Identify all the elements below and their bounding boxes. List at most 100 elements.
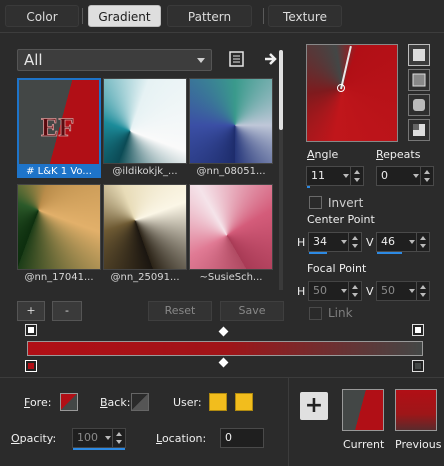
location-value: 0 [225,431,232,444]
category-dropdown[interactable]: All [17,49,212,71]
radial-style-button[interactable] [408,119,430,141]
thumb-caption: @nn_08051... [196,166,266,177]
focal-h-spinner[interactable]: 50 [308,281,362,301]
focal-v-label: V [366,285,374,298]
thumb-caption: ~SusieSch... [199,272,263,283]
center-h-spinner[interactable]: 34 [308,232,362,254]
gradient-thumb[interactable]: EF # L&K 1 Vo... [17,78,101,178]
link-checkbox[interactable] [309,307,322,320]
color-stop-start[interactable] [25,360,37,372]
tab-bar: Color Gradient Pattern Texture [0,0,444,32]
focal-point-label: Focal Point [307,262,367,275]
angle-value: 11 [311,169,325,182]
dropdown-icon[interactable] [341,240,347,244]
focal-h-value: 50 [313,284,327,297]
stepper-arrows[interactable] [420,167,433,185]
stepper-arrows[interactable] [350,167,363,185]
thumb-caption: @nn_17041... [24,272,94,283]
invert-label: Invert [328,196,364,210]
previous-swatch[interactable] [395,389,437,431]
rectangular-style-button[interactable] [408,69,430,91]
slider-bar[interactable] [377,252,402,254]
gradient-swatch [189,184,273,270]
user-swatch-2[interactable] [235,393,253,411]
dropdown-icon[interactable] [413,174,419,178]
back-label: Back: [100,396,131,409]
sunburst-style-button[interactable] [408,94,430,116]
gradient-thumb[interactable]: @nn_25091... [103,184,187,284]
gradient-bar[interactable] [27,341,423,356]
center-point-handle[interactable] [337,84,345,92]
current-swatch[interactable] [342,389,384,431]
save-button[interactable]: Save [220,301,284,321]
gradient-swatch: EF [19,80,99,164]
gradient-thumb[interactable]: @ildikokjk_... [103,78,187,178]
gradient-swatch [103,78,187,164]
stepper-arrows[interactable] [348,282,361,300]
opacity-label: Opacity: [11,432,57,445]
slider-bar[interactable] [307,186,310,188]
dropdown-icon[interactable] [341,289,347,293]
divider [0,32,444,33]
center-v-label: V [366,236,374,249]
angle-spinner[interactable]: 11 [306,166,364,188]
arrow-right-icon[interactable] [263,51,279,67]
opacity-spinner[interactable]: 100 [72,428,126,450]
category-selected: All [24,51,43,69]
library-icon[interactable] [228,50,246,68]
opacity-midpoint-marker[interactable] [218,326,229,337]
divider [288,378,289,466]
slider-bar[interactable] [309,252,327,254]
tab-color[interactable]: Color [5,5,79,27]
linear-style-button[interactable] [408,44,430,66]
gradient-thumb[interactable]: @nn_08051... [189,78,273,178]
opacity-value: 100 [77,431,98,444]
focal-v-spinner[interactable]: 50 [376,281,430,301]
thumb-caption: @nn_25091... [110,272,180,283]
stepper-arrows[interactable] [348,233,361,251]
add-gradient-button[interactable]: + [17,301,45,321]
dropdown-icon[interactable] [343,174,349,178]
invert-checkbox[interactable] [309,196,322,209]
color-midpoint-marker[interactable] [218,357,229,368]
slider-bar[interactable] [73,448,125,450]
angle-handle[interactable] [340,45,352,90]
center-v-value: 46 [381,235,395,248]
gradient-thumb[interactable]: ~SusieSch... [189,184,273,284]
chevron-down-icon [197,58,205,63]
logo-text: EF [41,113,74,142]
user-swatch-1[interactable] [209,393,227,411]
center-v-spinner[interactable]: 46 [376,232,430,254]
stepper-arrows[interactable] [112,429,125,447]
remove-gradient-button[interactable]: - [52,301,82,321]
current-label: Current [343,438,385,451]
tab-pattern[interactable]: Pattern [167,5,252,27]
repeats-spinner[interactable]: 0 [376,166,434,186]
fore-swatch[interactable] [60,393,78,411]
stepper-arrows[interactable] [416,282,429,300]
color-stop-end[interactable] [412,360,424,372]
add-to-palette-button[interactable]: + [300,392,328,420]
back-swatch[interactable] [131,393,149,411]
stepper-arrows[interactable] [416,233,429,251]
dropdown-icon[interactable] [409,240,415,244]
tab-gradient[interactable]: Gradient [88,5,161,27]
gradient-thumb[interactable]: @nn_17041... [17,184,101,284]
divider [0,377,444,378]
gradient-preview[interactable] [306,44,398,142]
dropdown-icon[interactable] [409,289,415,293]
gradient-swatch [17,184,101,270]
location-label: Location: [156,432,207,445]
scrollbar-thumb[interactable] [279,50,283,130]
repeats-value: 0 [381,169,388,182]
top-stop-marker[interactable] [25,324,37,336]
tab-texture[interactable]: Texture [268,5,342,27]
previous-label: Previous [395,438,442,451]
location-field[interactable]: 0 [220,428,264,448]
top-stop-marker[interactable] [412,324,424,336]
reset-button[interactable]: Reset [148,301,212,321]
gallery-scrollbar[interactable] [279,50,283,290]
tab-divider [82,8,83,24]
fore-label: Fore: [24,396,52,409]
dropdown-icon[interactable] [105,436,111,440]
